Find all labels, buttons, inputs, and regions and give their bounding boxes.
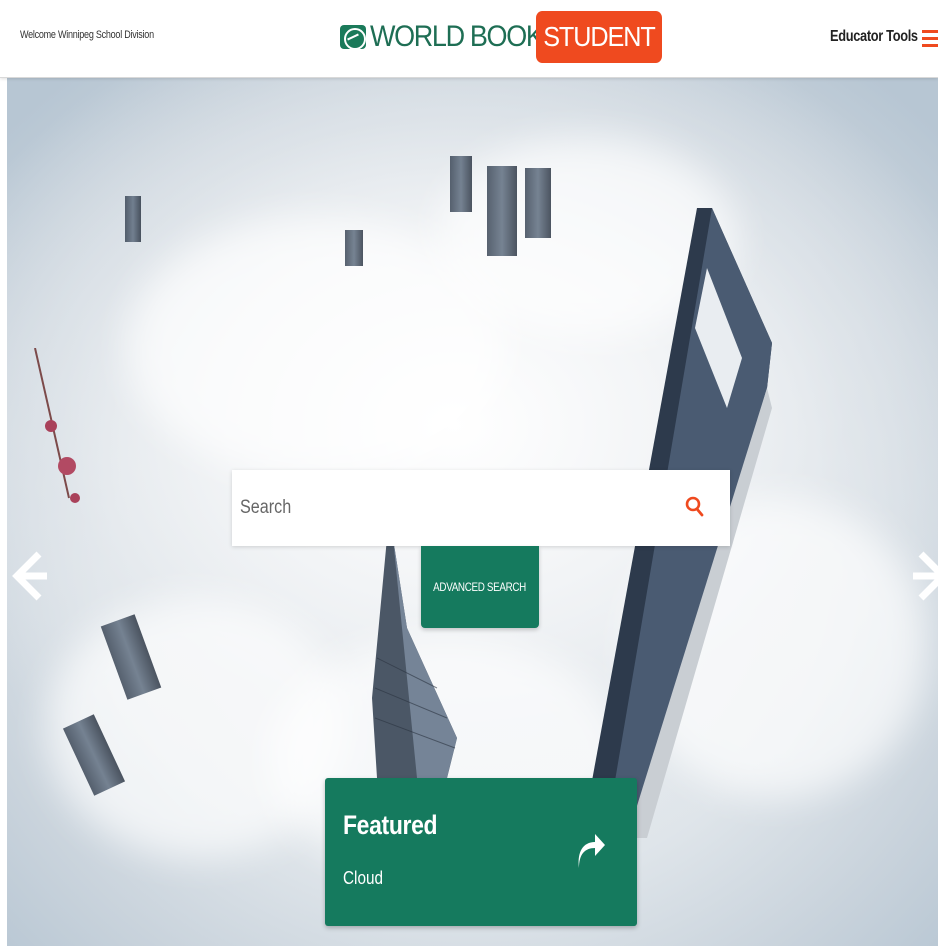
distant-building (125, 196, 141, 242)
advanced-search-label: ADVANCED SEARCH (433, 580, 527, 594)
search-input[interactable] (240, 470, 606, 546)
arrow-left-icon[interactable] (9, 548, 49, 604)
advanced-search-button[interactable]: ADVANCED SEARCH (421, 546, 539, 628)
featured-card[interactable]: Featured Cloud (325, 778, 637, 926)
tv-tower-graphic (34, 348, 80, 503)
share-arrow-icon[interactable] (575, 834, 607, 870)
logo-student-badge: STUDENT (536, 11, 662, 63)
site-header: Welcome Winnipeg School Division WORLD B… (0, 0, 938, 78)
distant-building (345, 230, 363, 266)
world-book-student-logo[interactable]: WORLD BOOK STUDENT (340, 9, 676, 65)
distant-building (525, 168, 551, 238)
hamburger-menu-icon[interactable] (922, 28, 938, 48)
welcome-message: Welcome Winnipeg School Division (20, 29, 154, 41)
distant-building (487, 166, 517, 256)
arrow-right-icon[interactable] (911, 548, 938, 604)
globe-logo-icon (340, 25, 366, 49)
distant-building (450, 156, 472, 212)
search-bar (232, 470, 730, 546)
hero-background-image: ADVANCED SEARCH Featured Cloud (7, 78, 938, 946)
featured-subtitle: Cloud (343, 868, 383, 888)
featured-title: Featured (343, 810, 438, 840)
search-icon[interactable] (682, 494, 708, 520)
educator-tools-link[interactable]: Educator Tools (830, 28, 918, 46)
logo-world-book-text: WORLD BOOK (370, 20, 544, 53)
